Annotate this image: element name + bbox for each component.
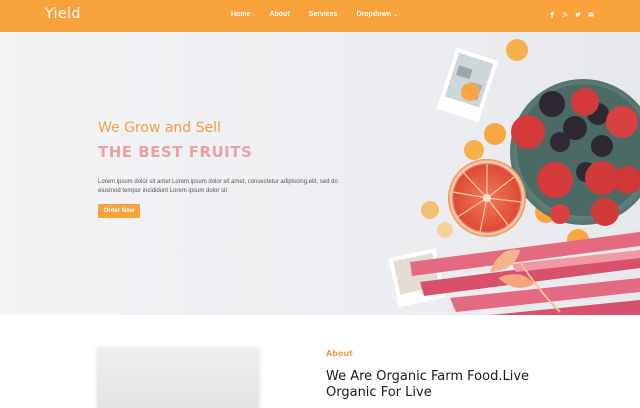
hero-title: THE BEST FRUITS: [98, 143, 253, 161]
order-now-button[interactable]: Order Now: [98, 204, 140, 218]
main-nav: Home About Services Dropdown ⌄: [231, 11, 417, 18]
hero-subtitle: We Grow and Sell: [98, 120, 221, 136]
nav-dropdown-label: Dropdown: [356, 11, 392, 18]
email-icon[interactable]: [588, 11, 594, 18]
social-links: [549, 11, 601, 18]
nav-home[interactable]: Home: [231, 11, 250, 18]
hero-description: Lorem ipsum dolor sit amet Lorem ipsum d…: [98, 179, 338, 194]
twitter-icon[interactable]: [575, 11, 581, 18]
rss-icon[interactable]: [562, 11, 568, 18]
nav-about[interactable]: About: [269, 11, 289, 18]
hero-section: We Grow and Sell THE BEST FRUITS Lorem i…: [0, 32, 640, 315]
facebook-icon[interactable]: [549, 11, 555, 18]
fruit-photo: [388, 39, 640, 315]
nav-dropdown[interactable]: Dropdown ⌄: [356, 11, 398, 18]
about-image: [97, 348, 259, 408]
nav-services[interactable]: Services: [309, 11, 338, 18]
site-logo[interactable]: Yield: [45, 6, 81, 22]
about-label: About: [326, 349, 353, 358]
chevron-down-icon: ⌄: [393, 12, 399, 18]
about-title: We Are Organic Farm Food.Live Organic Fo…: [326, 369, 530, 400]
site-header: Yield Home About Services Dropdown ⌄: [0, 0, 640, 32]
